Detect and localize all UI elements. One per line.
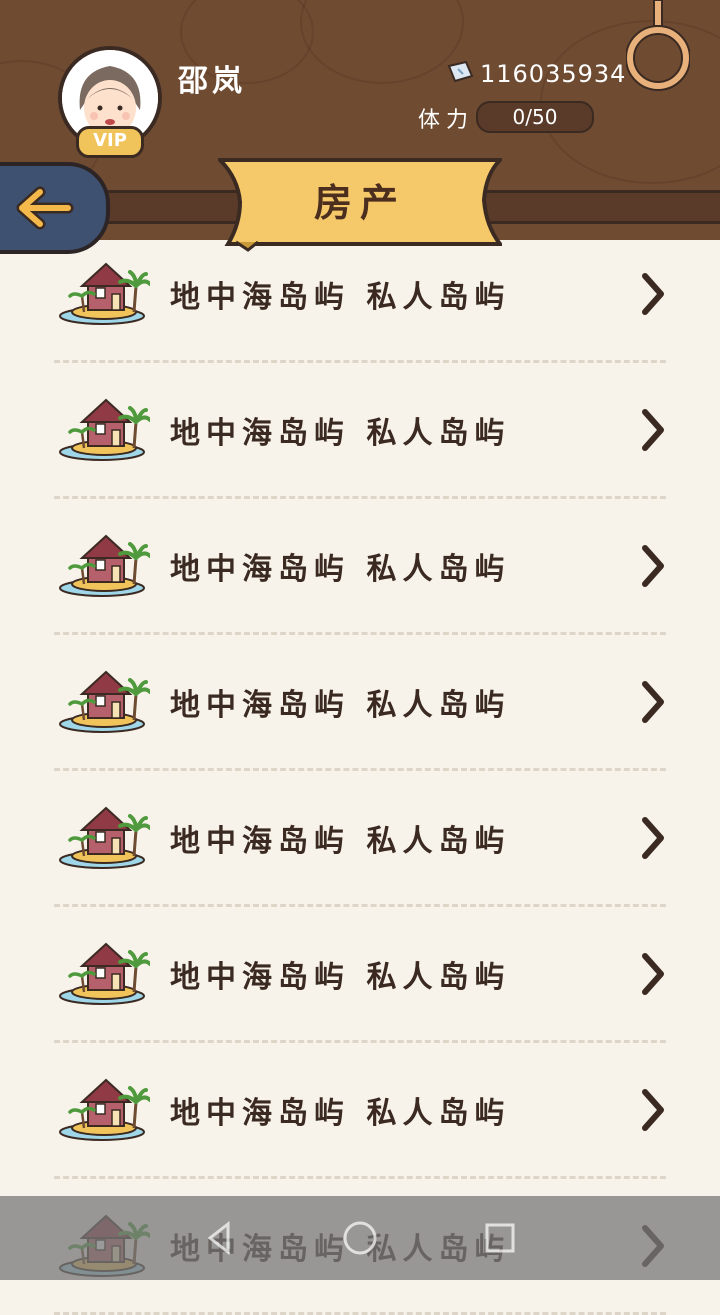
nav-home-icon[interactable] (340, 1218, 380, 1258)
list-item-label: 地中海岛屿 私人岛屿 (170, 280, 511, 315)
ring-icon[interactable] (626, 0, 690, 92)
list-item[interactable]: 地中海岛屿 私人岛屿 (0, 634, 720, 771)
island-house-icon (58, 664, 152, 734)
chevron-right-icon[interactable] (640, 544, 666, 588)
list-item[interactable]: 地中海岛屿 私人岛屿 (0, 906, 720, 1043)
chevron-right-icon[interactable] (640, 680, 666, 724)
chevron-right-icon[interactable] (640, 952, 666, 996)
list-item-label: 地中海岛屿 私人岛屿 (170, 416, 511, 451)
list-item-label: 地中海岛屿 私人岛屿 (170, 688, 511, 723)
chevron-right-icon[interactable] (640, 816, 666, 860)
island-house-icon (58, 528, 152, 598)
money-value: 116035934 (480, 60, 627, 88)
island-house-icon (58, 800, 152, 870)
island-house-icon (58, 392, 152, 462)
page-title: 房产 (313, 181, 406, 225)
chevron-right-icon[interactable] (640, 272, 666, 316)
island-house-icon (58, 256, 152, 326)
wood-grain (300, 0, 464, 84)
energy-label: 体力 (418, 108, 475, 133)
property-list: 地中海岛屿 私人岛屿 地中海岛屿 私人岛屿 地中海岛屿 私人岛屿 地中海岛屿 私人岛屿… (0, 226, 720, 1315)
chevron-right-icon[interactable] (640, 408, 666, 452)
username: 邵岚 (178, 64, 246, 99)
list-item[interactable]: 地中海岛屿 私人岛屿 (0, 770, 720, 907)
list-item-label: 地中海岛屿 私人岛屿 (170, 552, 511, 587)
list-item[interactable]: 地中海岛屿 私人岛屿 (0, 498, 720, 635)
list-item[interactable]: 地中海岛屿 私人岛屿 (0, 226, 720, 363)
vip-badge: VIP (76, 126, 144, 158)
island-house-icon (58, 936, 152, 1006)
list-item-label: 地中海岛屿 私人岛屿 (170, 960, 511, 995)
system-nav-bar (0, 1196, 720, 1280)
list-item[interactable]: 地中海岛屿 私人岛屿 (0, 1042, 720, 1179)
nav-recents-icon[interactable] (480, 1218, 520, 1258)
arrow-left-icon (16, 186, 74, 230)
island-house-icon (58, 1072, 152, 1142)
list-item-label: 地中海岛屿 私人岛屿 (170, 824, 511, 859)
ticket-icon (447, 60, 474, 83)
chevron-right-icon[interactable] (640, 1088, 666, 1132)
nav-back-icon[interactable] (200, 1218, 240, 1258)
list-item-label: 地中海岛屿 私人岛屿 (170, 1096, 511, 1131)
list-item[interactable]: 地中海岛屿 私人岛屿 (0, 362, 720, 499)
energy-bar: 0/50 (476, 101, 594, 133)
